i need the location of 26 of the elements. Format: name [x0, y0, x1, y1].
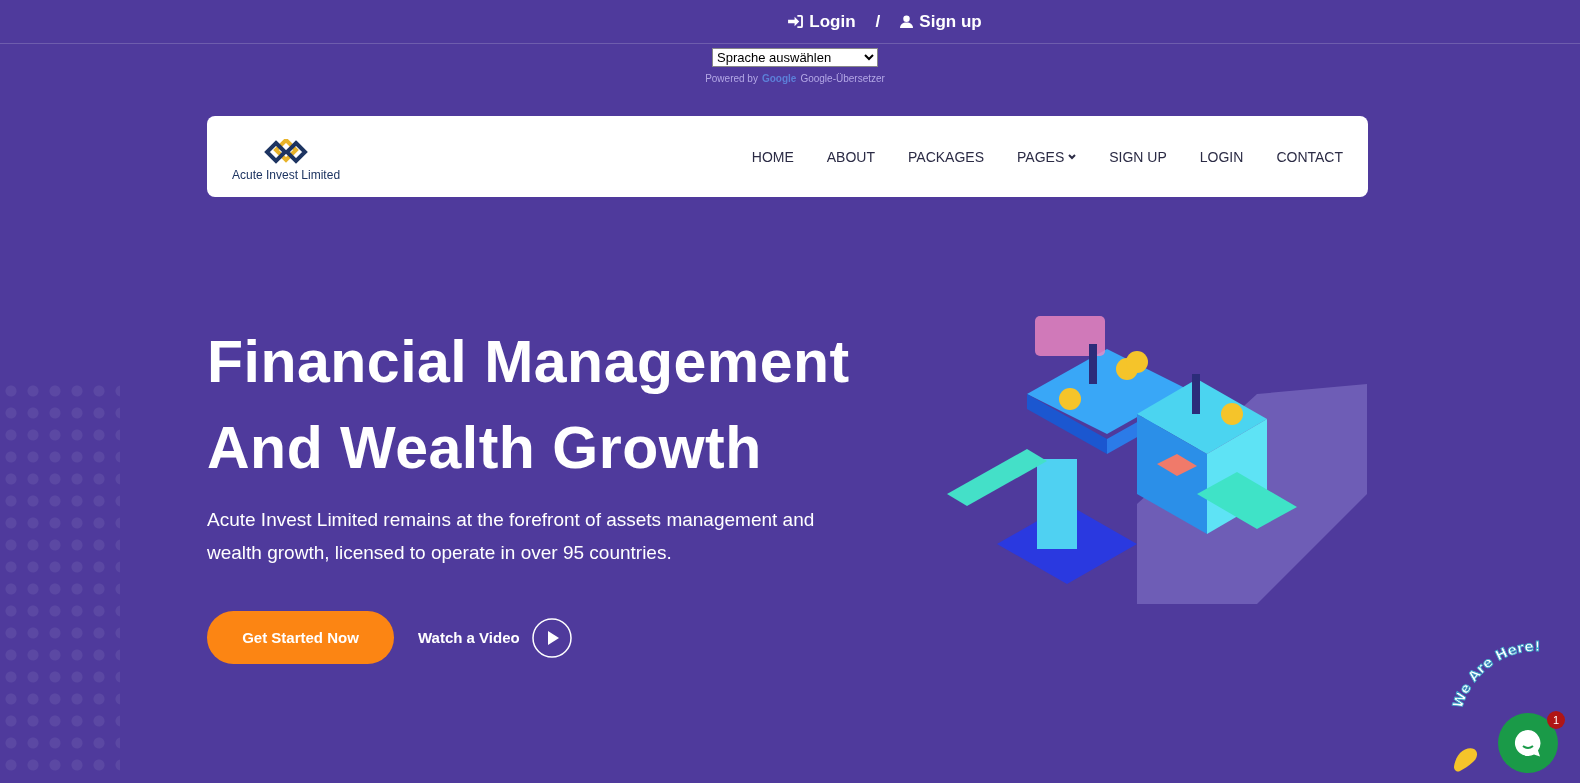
hero-title: Financial Management	[207, 328, 850, 397]
powered-by-text: Powered by	[705, 73, 758, 84]
language-select[interactable]: Sprache auswählen	[712, 48, 878, 67]
logo-text: Acute Invest Limited	[232, 168, 341, 182]
chat-button[interactable]	[1498, 713, 1558, 773]
nav-link[interactable]: PAGES	[1017, 148, 1077, 165]
user-icon	[900, 15, 914, 28]
nav-link[interactable]: PACKAGES	[908, 148, 984, 165]
nav-link[interactable]: HOME	[751, 148, 794, 165]
waving-hand-icon	[1452, 747, 1480, 773]
watch-video-link[interactable]: Watch a Video	[418, 629, 520, 646]
hero-description: Acute Invest Limited remains at the forefront of assets management and wealth growth, licensed to operate in over 95 countries.	[207, 508, 816, 565]
nav-link[interactable]: ABOUT	[826, 148, 875, 165]
play-icon[interactable]	[531, 617, 572, 658]
google-logo: Google	[761, 73, 797, 84]
hero-title: And Wealth Growth	[207, 414, 762, 483]
signup-link[interactable]: Sign up	[900, 11, 982, 32]
nav-link[interactable]: LOGIN	[1199, 148, 1244, 165]
logo-icon	[264, 139, 309, 165]
login-link[interactable]: Login	[788, 11, 856, 32]
separator: /	[875, 11, 881, 32]
translator-link[interactable]: Google-Übersetzer	[800, 73, 885, 84]
sign-in-icon	[788, 15, 804, 28]
notification-badge: 1	[1547, 711, 1565, 729]
nav-link[interactable]: SIGN UP	[1109, 148, 1167, 165]
nav-link[interactable]: CONTACT	[1276, 148, 1343, 165]
